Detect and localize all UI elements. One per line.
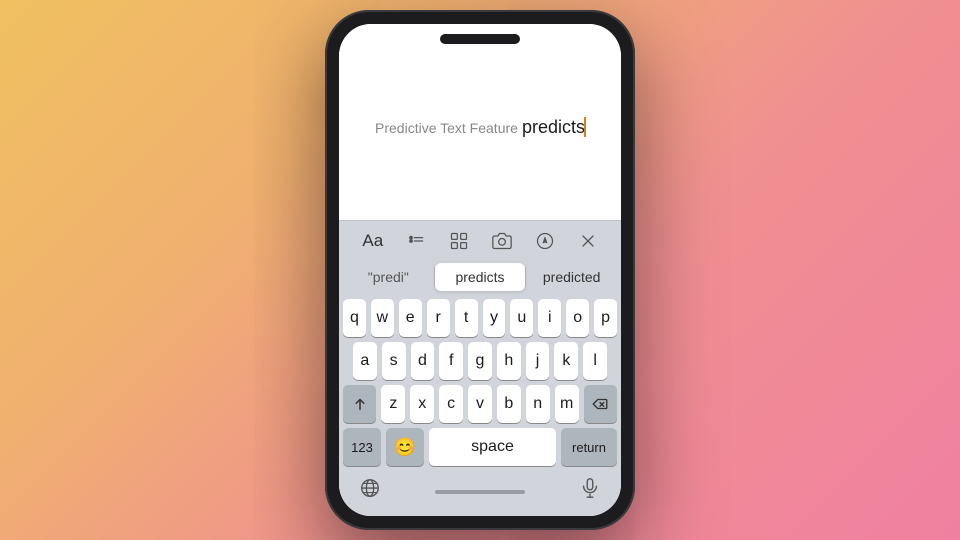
- key-a[interactable]: a: [353, 342, 377, 380]
- typed-text-value: predicts: [522, 117, 585, 137]
- aa-button[interactable]: Aa: [356, 229, 389, 253]
- phone-frame: Predictive Text Feature predicts Aa: [325, 10, 635, 530]
- key-q[interactable]: q: [343, 299, 366, 337]
- home-indicator: [435, 490, 525, 494]
- text-label: Predictive Text Feature: [375, 120, 518, 136]
- phone-wrapper: Predictive Text Feature predicts Aa: [325, 10, 635, 530]
- key-row-3: z x c v b n m: [343, 385, 617, 423]
- camera-button[interactable]: [486, 229, 518, 253]
- predictive-bar: "predi" predicts predicted: [339, 259, 621, 295]
- globe-icon: [359, 477, 381, 499]
- delete-icon: [591, 397, 609, 411]
- globe-button[interactable]: [359, 477, 381, 504]
- compass-button[interactable]: [529, 229, 561, 253]
- grid-icon: [449, 231, 469, 251]
- key-n[interactable]: n: [526, 385, 550, 423]
- key-u[interactable]: u: [510, 299, 533, 337]
- key-row-4: 123 😊 space return: [343, 428, 617, 466]
- space-label: space: [471, 438, 514, 456]
- key-o[interactable]: o: [566, 299, 589, 337]
- camera-icon: [492, 231, 512, 251]
- key-g[interactable]: g: [468, 342, 492, 380]
- format-list-icon: [406, 231, 426, 251]
- compass-icon: [535, 231, 555, 251]
- shift-key[interactable]: [343, 385, 376, 423]
- key-t[interactable]: t: [455, 299, 478, 337]
- keyboard-container: Aa: [339, 220, 621, 516]
- delete-key[interactable]: [584, 385, 617, 423]
- text-cursor: [584, 117, 586, 137]
- return-key[interactable]: return: [561, 428, 617, 466]
- key-w[interactable]: w: [371, 299, 394, 337]
- key-r[interactable]: r: [427, 299, 450, 337]
- phone-screen: Predictive Text Feature predicts Aa: [339, 24, 621, 516]
- key-e[interactable]: e: [399, 299, 422, 337]
- shift-icon: [351, 395, 369, 413]
- text-content: Predictive Text Feature predicts: [375, 117, 585, 138]
- key-x[interactable]: x: [410, 385, 434, 423]
- key-f[interactable]: f: [439, 342, 463, 380]
- grid-button[interactable]: [443, 229, 475, 253]
- key-p[interactable]: p: [594, 299, 617, 337]
- format-list-button[interactable]: [400, 229, 432, 253]
- pred-text-0: "predi": [368, 269, 409, 285]
- return-label: return: [572, 440, 606, 455]
- toolbar: Aa: [339, 220, 621, 259]
- space-key[interactable]: space: [429, 428, 556, 466]
- key-z[interactable]: z: [381, 385, 405, 423]
- key-b[interactable]: b: [497, 385, 521, 423]
- dynamic-island: [440, 34, 520, 44]
- emoji-key[interactable]: 😊: [386, 428, 424, 466]
- typed-text: predicts: [522, 117, 585, 138]
- key-v[interactable]: v: [468, 385, 492, 423]
- microphone-icon: [579, 477, 601, 499]
- pred-item-predi[interactable]: "predi": [343, 263, 434, 291]
- num-key[interactable]: 123: [343, 428, 381, 466]
- key-c[interactable]: c: [439, 385, 463, 423]
- pred-item-predicted[interactable]: predicted: [526, 263, 617, 291]
- key-m[interactable]: m: [555, 385, 579, 423]
- key-h[interactable]: h: [497, 342, 521, 380]
- key-row-1: q w e r t y u i o p: [343, 299, 617, 337]
- aa-label: Aa: [362, 231, 383, 251]
- close-icon: [578, 231, 598, 251]
- pred-item-predicts[interactable]: predicts: [435, 263, 526, 291]
- key-l[interactable]: l: [583, 342, 607, 380]
- keyboard: q w e r t y u i o p a s: [339, 295, 621, 466]
- key-d[interactable]: d: [411, 342, 435, 380]
- key-row-2: a s d f g h j k l: [343, 342, 617, 380]
- key-y[interactable]: y: [483, 299, 506, 337]
- emoji-icon: 😊: [394, 437, 416, 458]
- pred-text-2: predicted: [543, 269, 601, 285]
- num-label: 123: [351, 440, 373, 455]
- pred-text-1: predicts: [455, 269, 504, 285]
- key-k[interactable]: k: [554, 342, 578, 380]
- key-j[interactable]: j: [526, 342, 550, 380]
- close-button[interactable]: [572, 229, 604, 253]
- key-s[interactable]: s: [382, 342, 406, 380]
- microphone-button[interactable]: [579, 477, 601, 504]
- text-area: Predictive Text Feature predicts: [339, 24, 621, 220]
- key-i[interactable]: i: [538, 299, 561, 337]
